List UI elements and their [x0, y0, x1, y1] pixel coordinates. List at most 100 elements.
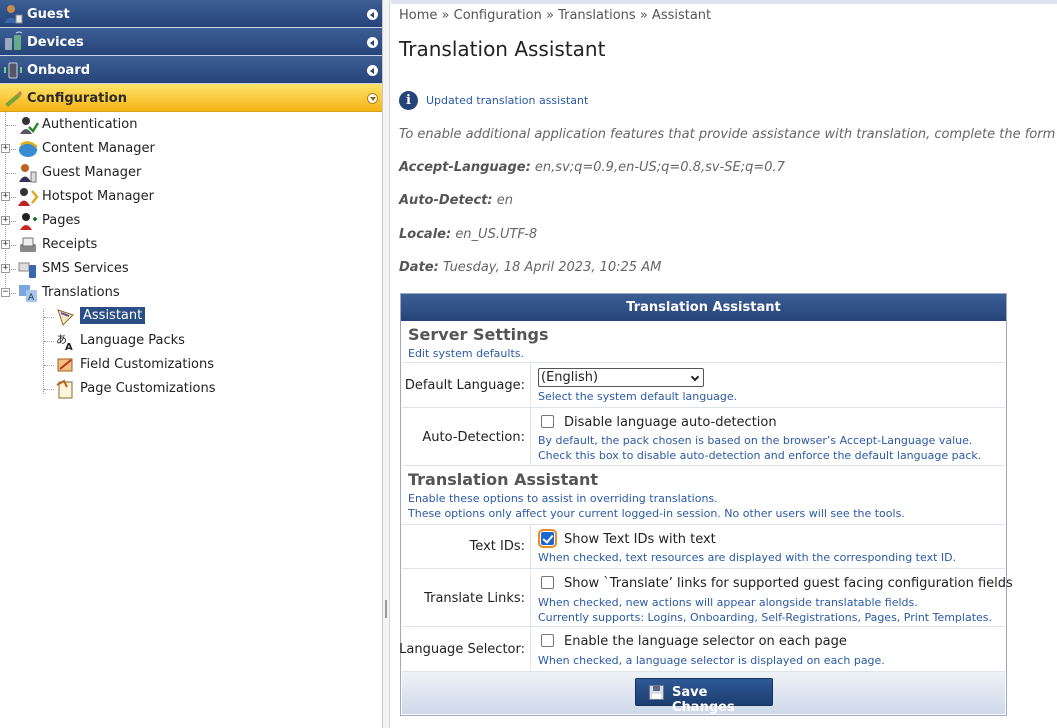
sms-services-icon [18, 262, 36, 278]
breadcrumb-configuration[interactable]: Configuration [454, 8, 542, 23]
tree-item-sms-services[interactable]: + SMS Services [0, 257, 382, 281]
auto-detection-hint-2: Check this box to disable auto-detection… [538, 449, 982, 462]
tree-item-page-customizations[interactable]: Page Customizations [0, 377, 382, 401]
language-selector-label: Language Selector: [399, 642, 525, 657]
language-selector-hint: When checked, a language selector is dis… [538, 654, 885, 667]
enable-language-selector-checkbox[interactable] [541, 634, 554, 647]
form-footer: Save Changes [402, 672, 1005, 715]
tree-item-label: Page Customizations [80, 381, 216, 396]
section-heading: Server Settings [408, 325, 549, 344]
collapse-arrow-icon[interactable] [367, 37, 378, 48]
section-description: Edit system defaults. [408, 347, 524, 360]
accept-language-label: Accept-Language: [399, 160, 531, 175]
receipts-icon [20, 237, 36, 252]
tree-item-hotspot-manager[interactable]: + Hotspot Manager [0, 185, 382, 209]
svg-text:A: A [28, 293, 35, 303]
tree-item-label: Content Manager [42, 141, 155, 156]
content-manager-icon [19, 141, 38, 157]
tree-item-label: Guest Manager [42, 165, 142, 180]
chevron-down-icon [690, 372, 700, 382]
guest-manager-icon [19, 164, 37, 183]
sidebar: Guest Devices Onboard Configuration Auth… [0, 0, 383, 728]
show-translate-links-checkbox[interactable] [541, 576, 554, 589]
configuration-icon [5, 91, 22, 107]
tree-item-label: Translations [42, 285, 120, 300]
tree-item-translations[interactable]: − A Translations [0, 281, 382, 305]
nav-header-configuration[interactable]: Configuration [0, 84, 382, 112]
show-translate-links-label[interactable]: Show `Translate’ links for supported gue… [564, 576, 1013, 591]
tree-item-label: Field Customizations [80, 357, 215, 372]
breadcrumb-home[interactable]: Home [399, 8, 437, 23]
expand-toggle[interactable]: + [1, 216, 10, 225]
nav-header-guest[interactable]: Guest [0, 0, 382, 28]
auto-detection-label: Auto-Detection: [422, 430, 525, 445]
tree-item-language-packs[interactable]: あ A Language Packs [0, 329, 382, 353]
default-language-select[interactable]: (English) [538, 368, 704, 387]
tree-item-receipts[interactable]: + Receipts [0, 233, 382, 257]
hotspot-manager-icon [18, 188, 39, 206]
tree-item-content-manager[interactable]: + Content Manager [0, 137, 382, 161]
expand-toggle[interactable]: + [1, 240, 10, 249]
main-content: Home » Configuration » Translations » As… [391, 0, 1057, 728]
breadcrumb-separator: » [639, 8, 648, 23]
expand-toggle[interactable]: + [1, 192, 10, 201]
info-icon: i [399, 91, 418, 110]
tree-item-guest-manager[interactable]: Guest Manager [0, 161, 382, 185]
disable-auto-detection-label[interactable]: Disable language auto-detection [564, 415, 777, 430]
tree-item-label: Hotspot Manager [42, 189, 155, 204]
pages-icon [20, 213, 37, 230]
disable-auto-detection-checkbox[interactable] [541, 415, 554, 428]
locale-label: Locale: [399, 227, 452, 242]
accept-language-line: Accept-Language: en,sv;q=0.9,en-US;q=0.8… [399, 160, 785, 175]
breadcrumb-separator: » [545, 8, 554, 23]
expand-toggle[interactable]: + [1, 144, 10, 153]
nav-header-onboard[interactable]: Onboard [0, 56, 382, 84]
accept-language-value: en,sv;q=0.9,en-US;q=0.8,sv-SE;q=0.7 [534, 160, 785, 175]
default-language-value: (English) [541, 370, 599, 385]
nav-header-label: Guest [27, 7, 70, 22]
auto-detection-row: Auto-Detection: Disable language auto-de… [402, 408, 1005, 466]
tree-item-field-customizations[interactable]: Field Customizations [0, 353, 382, 377]
tree-item-authentication[interactable]: Authentication [0, 113, 382, 137]
auto-detection-hint-1: By default, the pack chosen is based on … [538, 434, 973, 447]
tree-item-label: Receipts [42, 237, 98, 252]
section-description-2: These options only affect your current l… [408, 507, 905, 520]
auto-detect-value: en [496, 193, 514, 208]
guest-icon [4, 5, 23, 24]
splitter-grip[interactable] [385, 600, 387, 618]
onboard-icon [4, 62, 22, 79]
svg-text:A: A [65, 342, 73, 351]
tree-item-assistant[interactable]: Assistant [0, 305, 382, 329]
intro-text: To enable additional application feature… [399, 127, 1057, 142]
authentication-icon [20, 117, 39, 134]
text-ids-hint: When checked, text resources are display… [538, 551, 957, 564]
language-selector-row: Language Selector: Enable the language s… [399, 627, 1005, 672]
devices-icon [5, 31, 23, 50]
enable-language-selector-label[interactable]: Enable the language selector on each pag… [564, 634, 847, 649]
top-bar [391, 0, 1057, 4]
tree-item-pages[interactable]: + Pages [0, 209, 382, 233]
nav-header-label: Onboard [27, 63, 91, 78]
collapse-arrow-icon[interactable] [367, 65, 378, 76]
date-value: Tuesday, 18 April 2023, 10:25 AM [442, 260, 662, 275]
panel-splitter[interactable] [383, 0, 390, 728]
translation-assistant-form: Translation Assistant Server Settings Ed… [399, 293, 1013, 716]
breadcrumb-assistant: Assistant [651, 8, 712, 23]
translate-links-row: Translate Links: Show `Translate’ links … [402, 569, 1013, 627]
date-label: Date: [399, 260, 439, 275]
locale-line: Locale: en_US.UTF-8 [399, 227, 537, 242]
expand-toggle[interactable]: + [1, 264, 10, 273]
locale-value: en_US.UTF-8 [455, 227, 538, 242]
translate-links-hint-2: Currently supports: Logins, Onboarding, … [538, 611, 993, 624]
collapse-toggle[interactable]: − [1, 288, 10, 297]
breadcrumb-separator: » [441, 8, 450, 23]
text-ids-label: Text IDs: [469, 539, 525, 554]
show-text-ids-label[interactable]: Show Text IDs with text [564, 532, 716, 547]
expand-arrow-icon[interactable] [367, 93, 378, 104]
breadcrumb-translations[interactable]: Translations [558, 8, 636, 23]
show-text-ids-checkbox[interactable] [538, 529, 557, 548]
save-changes-button[interactable]: Save Changes [635, 678, 773, 715]
nav-header-devices[interactable]: Devices [0, 28, 382, 56]
tree-item-label: Assistant [80, 307, 146, 324]
collapse-arrow-icon[interactable] [367, 9, 378, 20]
